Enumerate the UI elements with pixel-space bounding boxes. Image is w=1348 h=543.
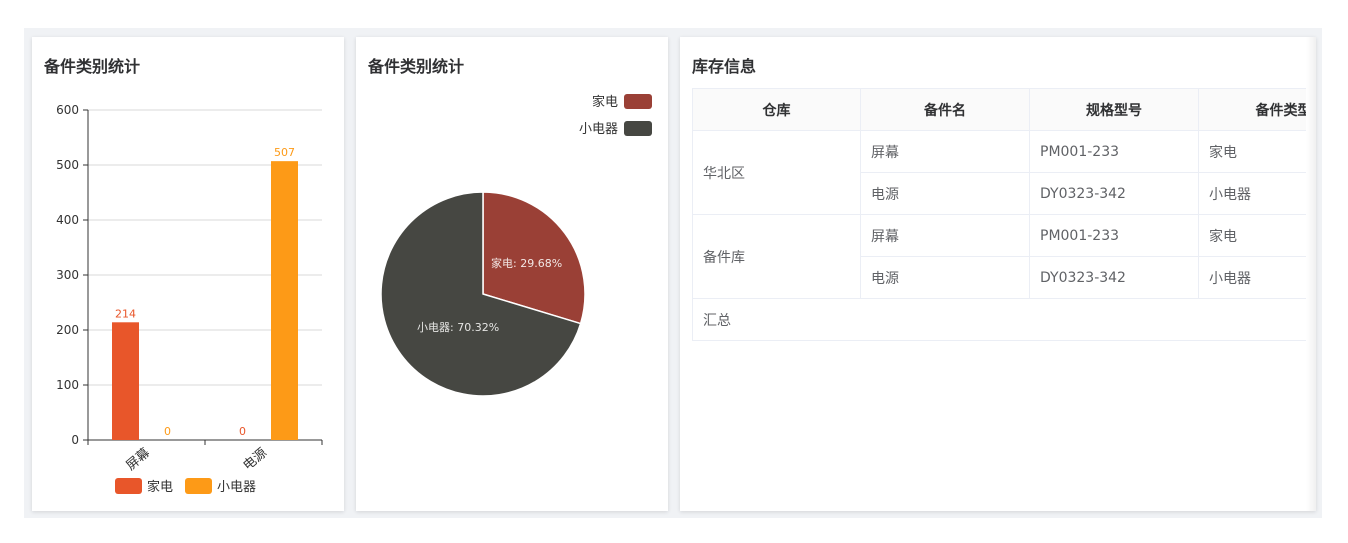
y-tick-label: 500: [56, 158, 79, 172]
bar-value-label: 507: [274, 146, 295, 159]
legend-label[interactable]: 小电器: [579, 122, 618, 137]
inventory-card: 库存信息 仓库 备件名 规格型号 备件类型 华北区 屏幕 PM001-233 家…: [680, 37, 1316, 511]
pie-slice-label: 小电器: 70.32%: [417, 321, 499, 334]
spec-model-cell: DY0323-342: [1029, 172, 1199, 215]
scroll-edge-shadow: [1306, 37, 1316, 511]
y-tick-label: 300: [56, 268, 79, 282]
bar-value-label: 0: [164, 425, 171, 438]
header-part-type[interactable]: 备件类型: [1198, 88, 1306, 131]
legend-label[interactable]: 小电器: [217, 480, 256, 495]
part-type-cell: 小电器: [1198, 256, 1306, 299]
y-tick-label: 100: [56, 378, 79, 392]
y-tick-label: 0: [71, 433, 79, 447]
inventory-table-wrapper[interactable]: 仓库 备件名 规格型号 备件类型 华北区 屏幕 PM001-233 家电 电源: [692, 88, 1306, 348]
bar[interactable]: [112, 322, 139, 440]
spec-model-cell: DY0323-342: [1029, 256, 1199, 299]
part-name-cell: 电源: [860, 172, 1030, 215]
y-tick-label: 600: [56, 103, 79, 117]
bar-chart: 0 100 200 300 400 500 600 214 0 屏幕 0 507 电源家电 小电器: [56, 103, 323, 495]
pie-chart-card: 备件类别统计 家电: 29.68% 小电器: 70.32% 家电小电器: [356, 37, 668, 511]
y-tick-label: 400: [56, 213, 79, 227]
part-name-cell: 屏幕: [860, 214, 1030, 257]
part-name-cell: 电源: [860, 256, 1030, 299]
dashboard-area: 备件类别统计 0 100 200 300 400 500 600 214 0 屏幕 0 507 电源 家电…: [24, 28, 1322, 518]
legend-swatch[interactable]: [624, 121, 652, 136]
part-type-cell: 家电: [1198, 130, 1306, 173]
inventory-table: 仓库 备件名 规格型号 备件类型 华北区 屏幕 PM001-233 家电 电源: [692, 88, 1306, 341]
header-spec-model[interactable]: 规格型号: [1029, 88, 1199, 131]
legend-swatch[interactable]: [115, 478, 142, 494]
legend-swatch[interactable]: [185, 478, 212, 494]
bar[interactable]: [271, 161, 298, 440]
summary-row: 汇总: [692, 298, 1306, 341]
part-type-cell: 家电: [1198, 214, 1306, 257]
pie-chart-title: 备件类别统计: [368, 57, 465, 76]
table-row: 备件库 屏幕 PM001-233 家电: [692, 214, 1306, 299]
header-part-name[interactable]: 备件名: [860, 88, 1030, 131]
legend-label[interactable]: 家电: [147, 479, 173, 495]
warehouse-cell: 备件库: [692, 214, 861, 299]
pie-slice-label: 家电: 29.68%: [491, 256, 562, 270]
bar-chart-card: 备件类别统计 0 100 200 300 400 500 600 214 0 屏幕 0 507 电源家电…: [32, 37, 344, 511]
part-type-cell: 小电器: [1198, 172, 1306, 215]
bar-chart-title: 备件类别统计: [44, 57, 141, 76]
bar-value-label: 214: [115, 307, 136, 320]
inventory-title: 库存信息: [692, 57, 757, 76]
table-header-row: 仓库 备件名 规格型号 备件类型: [692, 88, 1306, 131]
legend-label[interactable]: 家电: [592, 94, 618, 110]
x-tick-label: 屏幕: [124, 446, 154, 474]
summary-cell: 汇总: [692, 298, 1306, 341]
x-tick-label: 电源: [241, 446, 271, 474]
y-tick-label: 200: [56, 323, 79, 337]
bar-value-label: 0: [239, 425, 246, 438]
pie-chart: 家电: 29.68% 小电器: 70.32% 家电小电器: [380, 94, 652, 397]
spec-model-cell: PM001-233: [1029, 214, 1199, 257]
part-name-cell: 屏幕: [860, 130, 1030, 173]
table-row: 华北区 屏幕 PM001-233 家电: [692, 130, 1306, 215]
warehouse-cell: 华北区: [692, 130, 861, 215]
spec-model-cell: PM001-233: [1029, 130, 1199, 173]
legend-swatch[interactable]: [624, 94, 652, 109]
header-warehouse[interactable]: 仓库: [692, 88, 861, 131]
